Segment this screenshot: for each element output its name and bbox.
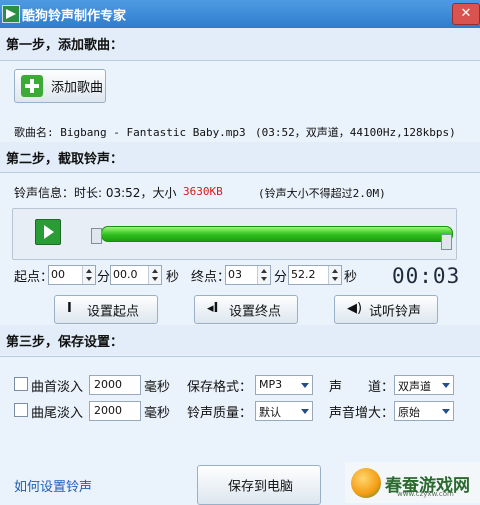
window-title: 酷狗铃声制作专家	[22, 9, 127, 24]
waveform-panel	[12, 208, 457, 260]
fade-in-field[interactable]: 2000	[89, 375, 141, 395]
volume-label: 声音增大：	[329, 406, 395, 421]
quality-select[interactable]: 默认	[255, 401, 313, 421]
speaker-icon: ◀)	[347, 301, 363, 316]
channel-label: 声 道：	[329, 380, 395, 395]
ringtone-size: 3630KB	[183, 185, 223, 198]
set-start-button[interactable]: Ⅰ 设置起点	[54, 295, 158, 324]
ringtone-info: 铃声信息：时长: 03:52，大小	[14, 186, 177, 200]
channel-select[interactable]: 双声道	[394, 375, 454, 395]
close-button[interactable]: ✕	[452, 3, 480, 25]
song-meta: (03:52，双声道，44100Hz,128kbps)	[255, 126, 456, 139]
chevron-down-icon	[442, 409, 450, 414]
chevron-down-icon	[442, 383, 450, 388]
help-link[interactable]: 如何设置铃声	[14, 476, 92, 495]
divider	[0, 60, 480, 61]
chevron-down-icon	[301, 409, 309, 414]
save-button[interactable]: 保存到电脑	[197, 465, 321, 505]
title-bar: 酷狗铃声制作专家 ✕	[0, 0, 480, 28]
divider	[0, 356, 480, 357]
add-song-button[interactable]: 添加歌曲	[14, 69, 106, 103]
fade-in-checkbox[interactable]	[14, 377, 28, 391]
time-display: 00:03	[392, 264, 461, 288]
fade-out-label: 曲尾淡入	[31, 406, 84, 421]
preview-button[interactable]: ◀) 试听铃声	[334, 295, 438, 324]
fade-in-label: 曲首淡入	[31, 380, 84, 395]
quality-label: 铃声质量：	[187, 406, 253, 421]
song-name: 歌曲名: Bigbang - Fantastic Baby.mp3	[14, 126, 246, 139]
fade-out-checkbox[interactable]	[14, 403, 28, 417]
start-min-spinner[interactable]: 00	[48, 265, 96, 285]
marker-icon: ◂Ⅰ	[207, 301, 219, 316]
cursor-icon: Ⅰ	[67, 301, 72, 316]
range-track[interactable]	[101, 226, 453, 242]
step2-header: 第二步，截取铃声：	[0, 142, 480, 172]
app-icon	[2, 5, 20, 23]
divider	[0, 172, 480, 173]
play-icon[interactable]	[35, 219, 61, 245]
size-note: (铃声大小不得超过2.0M)	[258, 187, 386, 200]
step1-header: 第一步，添加歌曲：	[0, 28, 480, 60]
plus-icon	[21, 75, 43, 97]
format-select[interactable]: MP3	[255, 375, 313, 395]
end-min-spinner[interactable]: 03	[225, 265, 271, 285]
watermark-logo-icon	[351, 468, 381, 498]
format-label: 保存格式：	[187, 380, 253, 395]
chevron-down-icon	[301, 383, 309, 388]
watermark-url: www.czyxw.com	[397, 490, 454, 498]
step3-header: 第三步，保存设置：	[0, 325, 480, 355]
end-sec-spinner[interactable]: 52.2	[288, 265, 342, 285]
start-handle[interactable]	[91, 228, 102, 244]
fade-out-field[interactable]: 2000	[89, 401, 141, 421]
start-sec-spinner[interactable]: 00.0	[110, 265, 162, 285]
set-end-button[interactable]: ◂Ⅰ 设置终点	[194, 295, 298, 324]
volume-select[interactable]: 原始	[394, 401, 454, 421]
end-handle[interactable]	[441, 234, 452, 250]
watermark: 春蚕游戏网 www.czyxw.com	[345, 462, 480, 503]
